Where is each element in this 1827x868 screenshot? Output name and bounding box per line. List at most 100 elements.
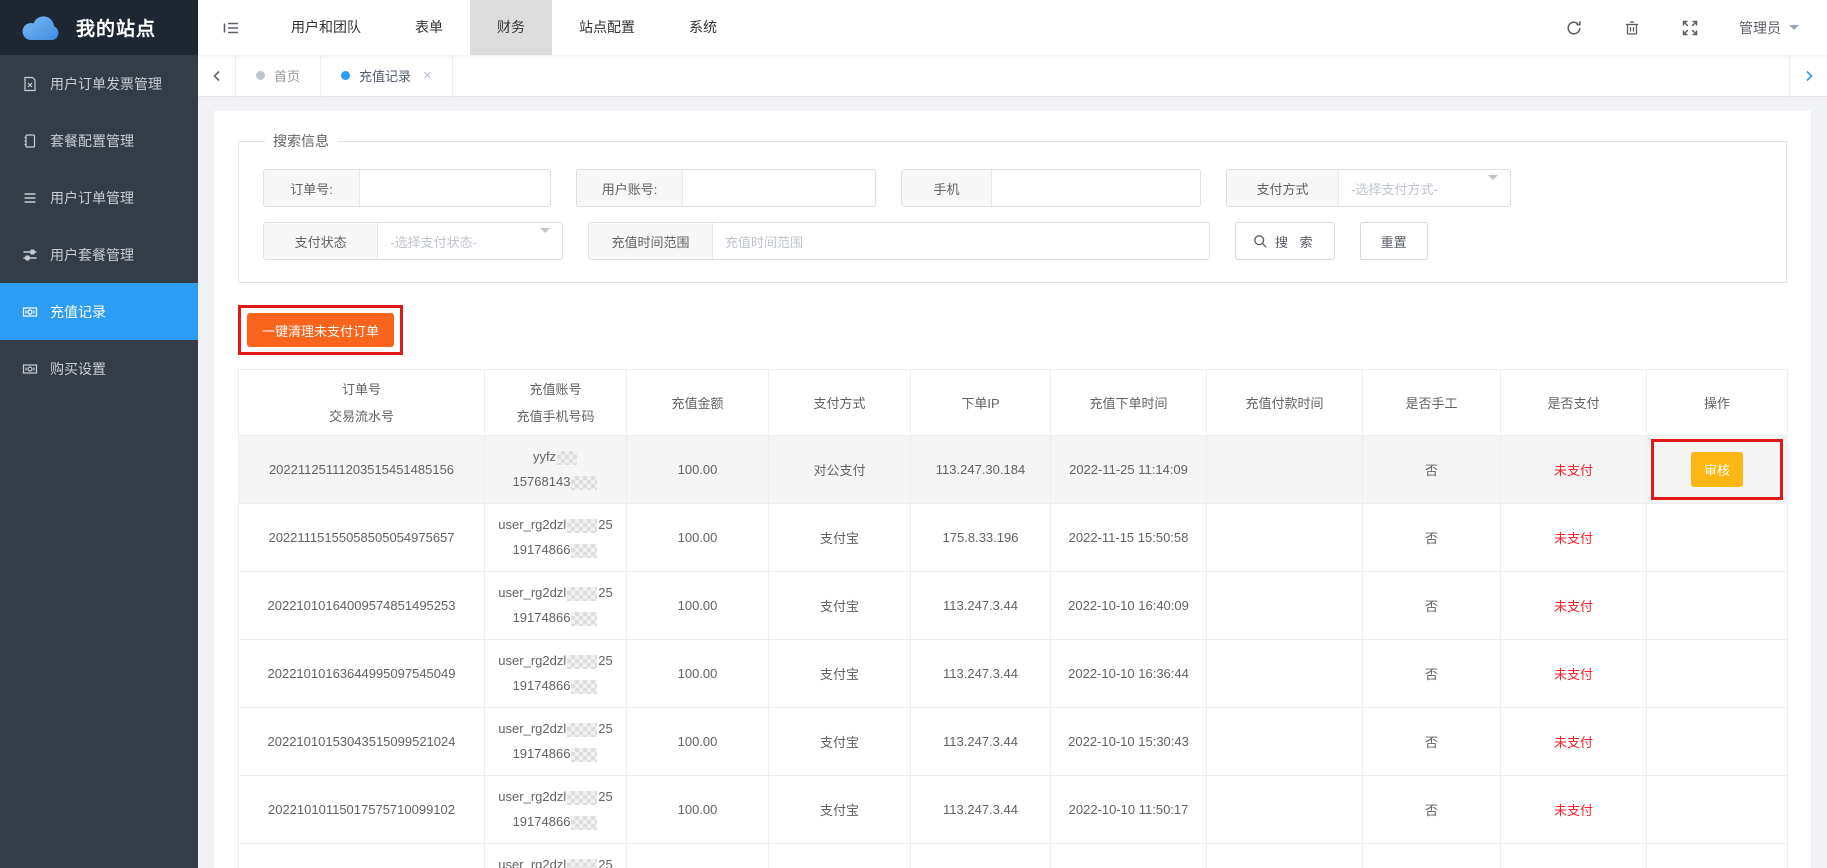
account-cell: user_rg2dzl2519174866 bbox=[485, 572, 627, 640]
account-cell: user_rg2dzl2519174866 bbox=[485, 776, 627, 844]
sidebar-item-user-packages[interactable]: 用户套餐管理 bbox=[0, 226, 198, 283]
order-no-cell: 20221010114953495710251535 bbox=[239, 844, 485, 868]
table-row: 20221010115017575710099102user_rg2dzl251… bbox=[239, 776, 1788, 844]
is-manual-cell: 否 bbox=[1363, 844, 1501, 868]
chevron-down-icon bbox=[540, 228, 550, 238]
account-cell: yyfz15768143 bbox=[485, 436, 627, 504]
col-actions: 操作 bbox=[1647, 370, 1788, 436]
order-no-field-group: 订单号: bbox=[263, 169, 551, 207]
sliders-icon bbox=[22, 247, 38, 263]
pay-method-cell: 支付宝 bbox=[769, 572, 911, 640]
tabs-scroll-right-icon[interactable] bbox=[1789, 55, 1827, 97]
sidebar-item-label: 用户订单发票管理 bbox=[50, 74, 162, 94]
pay-method-cell: 支付宝 bbox=[769, 640, 911, 708]
is-paid-cell: 未支付 bbox=[1501, 776, 1647, 844]
reset-button[interactable]: 重置 bbox=[1360, 222, 1428, 260]
redacted-blur bbox=[571, 748, 597, 762]
user-account-input[interactable] bbox=[683, 170, 875, 206]
sidebar-item-package-config[interactable]: 套餐配置管理 bbox=[0, 112, 198, 169]
order-time-cell: 2022-10-10 11:50:17 bbox=[1051, 776, 1207, 844]
redacted-blur bbox=[571, 476, 597, 490]
account-cell: user_rg2dzl2519174866 bbox=[485, 504, 627, 572]
pay-time-cell bbox=[1207, 572, 1363, 640]
time-range-input[interactable]: 充值时间范围 bbox=[713, 223, 1209, 259]
col-order-ip: 下单IP bbox=[911, 370, 1051, 436]
phone-field-group: 手机 bbox=[901, 169, 1201, 207]
pay-status-label: 支付状态 bbox=[264, 223, 378, 259]
table-row: 20221010163644995097545049user_rg2dzl251… bbox=[239, 640, 1788, 708]
order-no-cell: 20221010163644995097545049 bbox=[239, 640, 485, 708]
search-row-2: 支付状态 -选择支付状态- 充值时间范围 充值时间范围 搜 索 bbox=[263, 222, 1786, 260]
navbar-right: 管理员 bbox=[1565, 18, 1827, 38]
sidebar: 我的站点 用户订单发票管理 套餐配置管理 用户订单管理 bbox=[0, 0, 198, 868]
pay-method-cell: 支付宝 bbox=[769, 844, 911, 868]
sidebar-item-user-orders[interactable]: 用户订单管理 bbox=[0, 169, 198, 226]
table-toolbar: 一键清理未支付订单 bbox=[238, 305, 1787, 355]
redacted-blur bbox=[567, 519, 597, 533]
tab-recharge-records[interactable]: 充值记录 × bbox=[321, 55, 453, 97]
amount-cell: 100.00 bbox=[627, 436, 769, 504]
col-pay-method: 支付方式 bbox=[769, 370, 911, 436]
audit-button[interactable]: 审核 bbox=[1691, 452, 1743, 487]
banknote-icon bbox=[22, 361, 38, 377]
sidebar-item-recharge-records[interactable]: 充值记录 bbox=[0, 283, 198, 340]
pay-time-cell bbox=[1207, 708, 1363, 776]
tab-home[interactable]: 首页 bbox=[236, 55, 321, 97]
nav-item-finance[interactable]: 财务 bbox=[470, 0, 552, 55]
tab-close-icon[interactable]: × bbox=[423, 67, 432, 84]
phone-input[interactable] bbox=[992, 170, 1200, 206]
order-ip-cell: 113.247.3.44 bbox=[911, 640, 1051, 708]
sidebar-collapse-icon[interactable] bbox=[198, 19, 264, 37]
amount-cell: 100.00 bbox=[627, 776, 769, 844]
search-row-1: 订单号: 用户账号: 手机 支付方式 -选择支付方式- bbox=[263, 169, 1786, 207]
search-button[interactable]: 搜 索 bbox=[1235, 222, 1335, 260]
redacted-blur bbox=[567, 723, 597, 737]
user-account-label: 用户账号: bbox=[577, 170, 683, 206]
nav-item-forms[interactable]: 表单 bbox=[388, 0, 470, 55]
is-manual-cell: 否 bbox=[1363, 504, 1501, 572]
tab-dot-icon bbox=[256, 71, 265, 80]
site-title: 我的站点 bbox=[76, 14, 156, 41]
sidebar-item-purchase-settings[interactable]: 购买设置 bbox=[0, 340, 198, 397]
table-header: 订单号交易流水号 充值账号充值手机号码 充值金额 支付方式 下单IP 充值下单时… bbox=[239, 370, 1788, 436]
sidebar-item-invoice-manage[interactable]: 用户订单发票管理 bbox=[0, 55, 198, 112]
admin-user-menu[interactable]: 管理员 bbox=[1739, 18, 1799, 38]
pay-method-label: 支付方式 bbox=[1227, 170, 1339, 206]
order-time-cell: 2022-11-15 15:50:58 bbox=[1051, 504, 1207, 572]
order-no-cell: 20221125111203515451485156 bbox=[239, 436, 485, 504]
refresh-icon[interactable] bbox=[1565, 19, 1583, 37]
order-ip-cell: 113.247.3.44 bbox=[911, 572, 1051, 640]
redacted-blur bbox=[571, 612, 597, 626]
table-body: 20221125111203515451485156yyfz1576814310… bbox=[239, 436, 1788, 868]
invoice-file-icon bbox=[22, 76, 38, 92]
is-manual-cell: 否 bbox=[1363, 572, 1501, 640]
is-paid-cell: 未支付 bbox=[1501, 504, 1647, 572]
chevron-down-icon bbox=[1488, 175, 1498, 185]
pay-method-select[interactable]: -选择支付方式- bbox=[1339, 170, 1450, 206]
is-paid-cell: 未支付 bbox=[1501, 640, 1647, 708]
is-paid-cell: 未支付 bbox=[1501, 436, 1647, 504]
tabs-scroll-left-icon[interactable] bbox=[198, 55, 236, 97]
phone-label: 手机 bbox=[902, 170, 992, 206]
amount-cell: 100.00 bbox=[627, 708, 769, 776]
order-no-input[interactable] bbox=[360, 170, 550, 206]
pay-status-field-group: 支付状态 -选择支付状态- bbox=[263, 222, 563, 260]
order-ip-cell: 175.8.33.196 bbox=[911, 504, 1051, 572]
table-row: 20221010164009574851495253user_rg2dzl251… bbox=[239, 572, 1788, 640]
clear-unpaid-orders-button[interactable]: 一键清理未支付订单 bbox=[247, 313, 394, 347]
amount-cell: 100.00 bbox=[627, 572, 769, 640]
pay-status-text: 未支付 bbox=[1554, 531, 1593, 546]
amount-cell: 100.00 bbox=[627, 640, 769, 708]
time-range-label: 充值时间范围 bbox=[589, 223, 713, 259]
redacted-blur bbox=[567, 655, 597, 669]
nav-item-users-teams[interactable]: 用户和团队 bbox=[264, 0, 388, 55]
annotation-rect: 一键清理未支付订单 bbox=[238, 305, 403, 355]
fullscreen-icon[interactable] bbox=[1681, 19, 1699, 37]
nav-item-system[interactable]: 系统 bbox=[662, 0, 744, 55]
pay-time-cell bbox=[1207, 436, 1363, 504]
action-cell bbox=[1647, 504, 1788, 572]
banknote-icon bbox=[22, 304, 38, 320]
nav-item-site-config[interactable]: 站点配置 bbox=[552, 0, 662, 55]
pay-status-select[interactable]: -选择支付状态- bbox=[378, 223, 540, 259]
trash-icon[interactable] bbox=[1623, 19, 1641, 37]
